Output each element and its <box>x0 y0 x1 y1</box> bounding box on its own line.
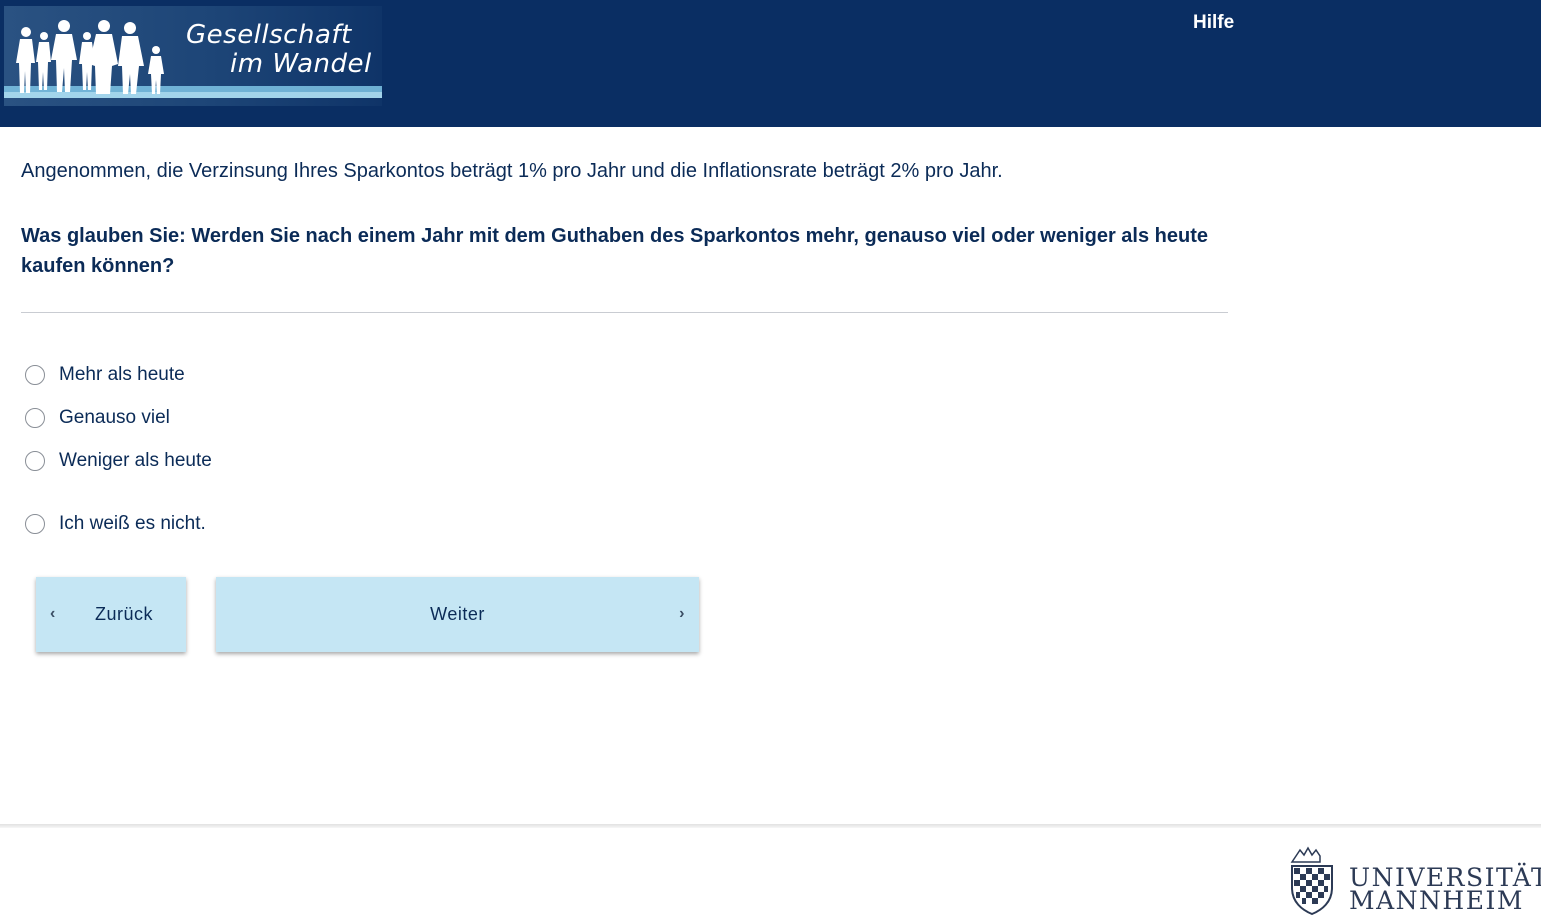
option-genauso-viel[interactable]: Genauso viel <box>25 406 170 430</box>
logo-text-line1: Gesellschaft <box>186 20 352 50</box>
option-label: Mehr als heute <box>59 364 185 385</box>
back-button-label: Zurück <box>95 604 154 624</box>
option-label: Ich weiß es nicht. <box>59 513 206 534</box>
option-weiss-nicht[interactable]: Ich weiß es nicht. <box>25 512 206 536</box>
chevron-left-icon: ‹ <box>50 605 56 622</box>
radio-button[interactable] <box>25 451 45 471</box>
radio-button[interactable] <box>25 514 45 534</box>
logo-text-line2: im Wandel <box>230 49 372 79</box>
footer-divider <box>0 824 1541 828</box>
question-intro: Angenommen, die Verzinsung Ihres Sparkon… <box>21 160 1003 182</box>
chevron-right-icon: › <box>679 605 685 622</box>
option-weniger-als-heute[interactable]: Weniger als heute <box>25 449 212 473</box>
help-link[interactable]: Hilfe <box>1193 12 1234 34</box>
option-label: Genauso viel <box>59 407 170 428</box>
university-name-line2: MANNHEIM <box>1349 886 1524 915</box>
site-header: Gesellschaft im Wandel Hilfe <box>0 0 1541 127</box>
crest-icon <box>1290 846 1333 916</box>
gesellschaft-im-wandel-logo: Gesellschaft im Wandel <box>4 6 382 106</box>
option-label: Weniger als heute <box>59 450 212 471</box>
radio-button[interactable] <box>25 365 45 385</box>
universitaet-mannheim-logo: UNIVERSITÄT MANNHEIM <box>1282 846 1541 918</box>
radio-button[interactable] <box>25 408 45 428</box>
next-button[interactable]: Weiter › <box>216 577 699 652</box>
next-button-label: Weiter <box>430 604 485 624</box>
back-button[interactable]: ‹ Zurück <box>36 577 186 652</box>
divider <box>21 312 1228 313</box>
question-text: Was glauben Sie: Werden Sie nach einem J… <box>21 225 1208 277</box>
option-mehr-als-heute[interactable]: Mehr als heute <box>25 363 185 387</box>
